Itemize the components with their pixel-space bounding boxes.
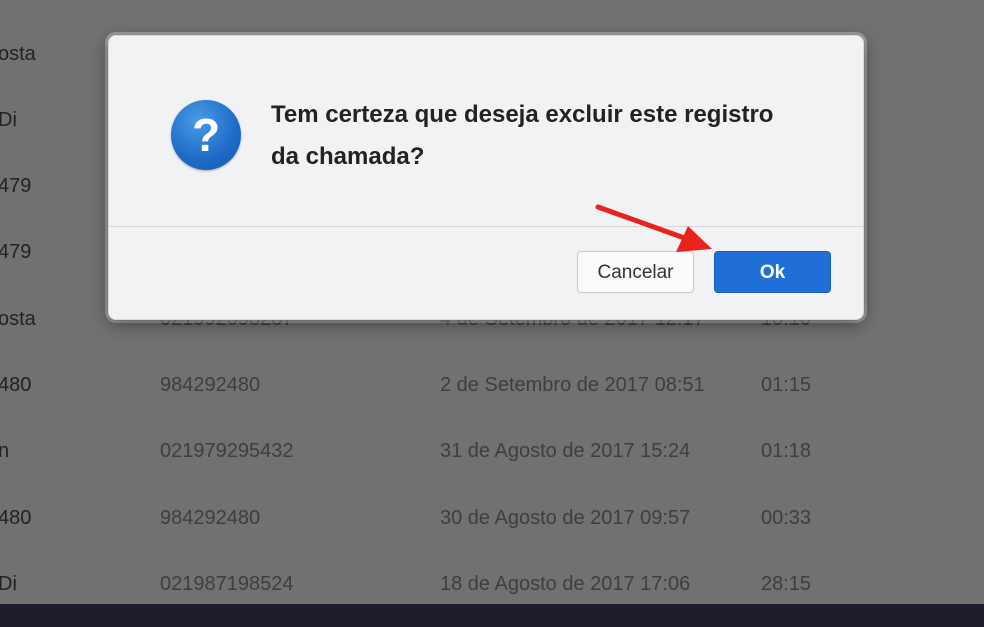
- annotation-arrow-icon: [595, 204, 712, 252]
